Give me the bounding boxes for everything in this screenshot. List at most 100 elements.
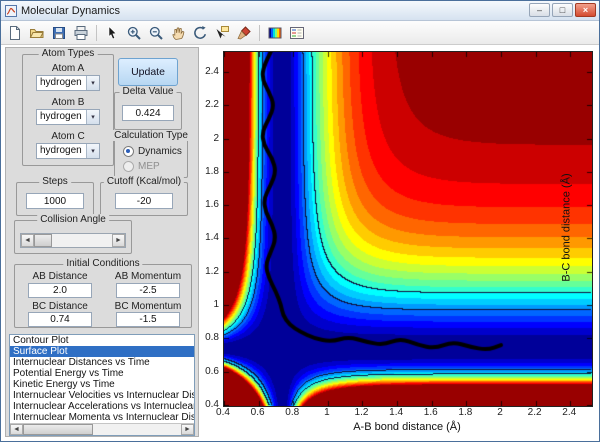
zoom-out-button[interactable]: [146, 23, 166, 43]
atom-c-label: Atom C: [51, 131, 85, 142]
y-tick-label: 1.2: [205, 265, 219, 277]
list-item[interactable]: Internuclear Momenta vs Internuclear Dis…: [10, 412, 194, 423]
zoom-in-button[interactable]: [124, 23, 144, 43]
atom-a-label: Atom A: [51, 63, 85, 74]
plot-type-listbox[interactable]: Contour Plot Surface Plot Internuclear D…: [9, 334, 195, 436]
list-item[interactable]: Internuclear Velocities vs Internuclear …: [10, 390, 194, 401]
atom-b-label: Atom B: [51, 97, 85, 108]
radio-dynamics-label: Dynamics: [138, 146, 182, 157]
insert-colorbar-button[interactable]: [265, 23, 285, 43]
group-title: Initial Conditions: [63, 258, 143, 269]
list-item[interactable]: Internuclear Distances vs Time: [10, 357, 194, 368]
y-tick-label: 2.4: [205, 65, 219, 77]
y-tick-label: 0.8: [205, 332, 219, 344]
group-title: Atom Types: [38, 48, 98, 59]
scroll-right-icon[interactable]: ►: [112, 234, 125, 247]
group-title: Cutoff (Kcal/mol): [103, 176, 185, 187]
cutoff-input[interactable]: -20: [115, 193, 173, 209]
cutoff-group: Cutoff (Kcal/mol) -20: [100, 176, 188, 216]
atom-types-group: Atom Types Atom A hydrogen ▾ Atom B hydr…: [22, 48, 114, 166]
figure-toolbar: [1, 21, 599, 45]
atom-a-select[interactable]: hydrogen ▾: [36, 75, 100, 91]
list-item[interactable]: Contour Plot: [10, 335, 194, 346]
radio-selected-icon: [123, 146, 134, 157]
figure-area: Atom Types Atom A hydrogen ▾ Atom B hydr…: [1, 45, 599, 441]
list-item[interactable]: Potential Energy vs Time: [10, 368, 194, 379]
delta-value-group: Delta Value 0.424: [114, 86, 182, 130]
brush-icon: [237, 25, 251, 39]
scroll-left-icon[interactable]: ◄: [21, 234, 34, 247]
rotate-3d-button[interactable]: [190, 23, 210, 43]
data-cursor-icon: [216, 25, 229, 38]
app-window: Molecular Dynamics – □ × Atom Types Atom…: [0, 0, 600, 442]
collision-angle-slider[interactable]: ◄ ►: [20, 233, 126, 248]
listbox-hscrollbar[interactable]: ◄ ►: [10, 423, 194, 435]
new-file-button[interactable]: [5, 23, 25, 43]
x-tick-label: 2.4: [562, 407, 577, 418]
bc-distance-input[interactable]: 0.74: [28, 312, 92, 327]
update-button[interactable]: Update: [118, 58, 178, 86]
scroll-right-icon[interactable]: ►: [181, 424, 194, 435]
list-item[interactable]: Internuclear Accelerations vs Internucle…: [10, 401, 194, 412]
delta-value-input[interactable]: 0.424: [122, 105, 174, 121]
pan-button[interactable]: [168, 23, 188, 43]
zoom-in-icon: [127, 26, 141, 40]
group-title: Steps: [39, 176, 71, 187]
radio-dynamics[interactable]: Dynamics: [123, 146, 182, 157]
open-folder-icon: [29, 28, 44, 38]
x-axis-label: A-B bond distance (Å): [353, 421, 461, 433]
bc-momentum-input[interactable]: -1.5: [116, 312, 180, 327]
initial-conditions-group: Initial Conditions AB Distance 2.0 AB Mo…: [14, 258, 192, 328]
y-tick-label: 1.6: [205, 199, 219, 211]
steps-group: Steps 1000: [16, 176, 94, 216]
list-item[interactable]: Kinetic Energy vs Time: [10, 379, 194, 390]
window-title: Molecular Dynamics: [21, 4, 121, 17]
save-button[interactable]: [49, 23, 69, 43]
maximize-button[interactable]: □: [552, 3, 573, 17]
atom-c-select[interactable]: hydrogen ▾: [36, 143, 100, 159]
plot-type-list: Contour Plot Surface Plot Internuclear D…: [10, 335, 194, 423]
x-tick-label: 2: [497, 407, 503, 418]
open-file-button[interactable]: [27, 23, 47, 43]
insert-legend-button[interactable]: [287, 23, 307, 43]
atom-b-value: hydrogen: [40, 111, 82, 122]
edit-plot-button[interactable]: [102, 23, 122, 43]
data-cursor-button[interactable]: [212, 23, 232, 43]
list-item[interactable]: Surface Plot: [10, 346, 194, 357]
app-icon: [5, 4, 17, 17]
legend-icon: [290, 26, 304, 39]
x-tick-label: 1.6: [423, 407, 438, 418]
brush-button[interactable]: [234, 23, 254, 43]
title-bar: Molecular Dynamics – □ ×: [1, 1, 599, 21]
radio-mep-label: MEP: [138, 161, 160, 172]
zoom-out-icon: [149, 26, 163, 40]
radio-unselected-icon: [123, 161, 134, 172]
x-tick-label: 1.8: [458, 407, 473, 418]
steps-input[interactable]: 1000: [26, 193, 84, 209]
print-icon: [74, 25, 88, 40]
x-tick-label: 1: [324, 407, 330, 418]
chevron-down-icon[interactable]: ▾: [86, 110, 99, 124]
chevron-down-icon[interactable]: ▾: [86, 144, 99, 158]
ab-momentum-label: AB Momentum: [114, 271, 182, 282]
ab-distance-input[interactable]: 2.0: [28, 283, 92, 298]
control-panel: Atom Types Atom A hydrogen ▾ Atom B hydr…: [5, 47, 199, 437]
slider-thumb[interactable]: [34, 234, 52, 247]
bc-distance-label: BC Distance: [32, 301, 88, 312]
y-tick-label: 1.4: [205, 232, 219, 244]
scrollbar-thumb[interactable]: [23, 424, 93, 435]
atom-a-value: hydrogen: [40, 77, 82, 88]
group-title: Calculation Type: [111, 130, 191, 141]
close-button[interactable]: ×: [575, 3, 596, 17]
minimize-button[interactable]: –: [529, 3, 550, 17]
scroll-left-icon[interactable]: ◄: [10, 424, 23, 435]
group-title: Delta Value: [119, 86, 177, 97]
x-tick-label: 0.6: [250, 407, 265, 418]
chevron-down-icon[interactable]: ▾: [86, 76, 99, 90]
radio-mep[interactable]: MEP: [123, 161, 160, 172]
atom-b-select[interactable]: hydrogen ▾: [36, 109, 100, 125]
atom-c-value: hydrogen: [40, 145, 82, 156]
contour-plot-canvas[interactable]: [223, 51, 593, 407]
print-button[interactable]: [71, 23, 91, 43]
ab-momentum-input[interactable]: -2.5: [116, 283, 180, 298]
